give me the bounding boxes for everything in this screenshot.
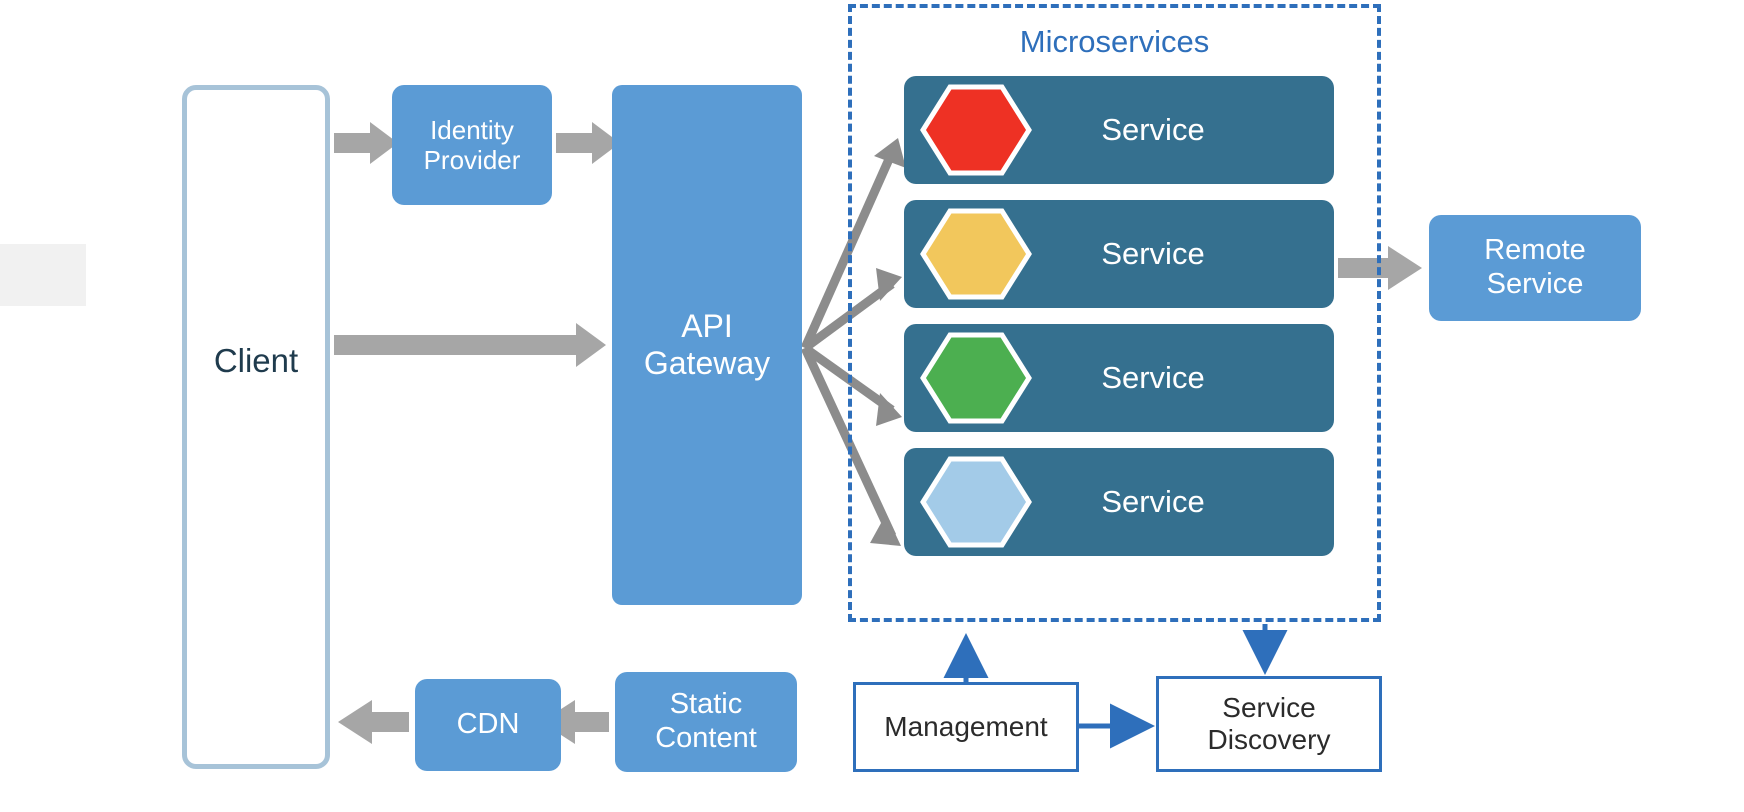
arrow-identity-provider-to-api-gateway — [556, 122, 620, 164]
api-gateway-node[interactable]: API Gateway — [612, 85, 802, 605]
diagram-canvas: Client Identity Provider API Gateway Mic… — [0, 0, 1744, 812]
service-label: Service — [1101, 484, 1205, 519]
arrow-client-to-identity-provider — [334, 122, 398, 164]
gray-rectangle-artifact — [0, 244, 86, 306]
identity-provider-label: Identity Provider — [423, 114, 521, 175]
management-node[interactable]: Management — [853, 682, 1079, 772]
service-discovery-label: Service Discovery — [1207, 691, 1331, 755]
static-content-label: Static Content — [655, 688, 757, 754]
service-label: Service — [1101, 236, 1205, 271]
service-label: Service — [1101, 360, 1205, 395]
remote-service-node[interactable]: Remote Service — [1429, 215, 1641, 321]
service-label: Service — [1101, 112, 1205, 147]
api-gateway-label: API Gateway — [643, 307, 771, 381]
cdn-label: CDN — [456, 708, 520, 741]
client-node[interactable]: Client — [182, 85, 330, 769]
microservices-title: Microservices — [1019, 24, 1210, 59]
static-content-node[interactable]: Static Content — [615, 672, 797, 772]
service-row[interactable]: Service — [904, 448, 1334, 556]
service-row[interactable]: Service — [904, 200, 1334, 308]
remote-service-label: Remote Service — [1484, 234, 1586, 300]
management-label: Management — [884, 710, 1048, 742]
arrow-cdn-to-client — [338, 700, 409, 744]
client-label: Client — [213, 341, 299, 379]
cdn-node[interactable]: CDN — [415, 679, 561, 771]
service-discovery-node[interactable]: Service Discovery — [1156, 676, 1382, 772]
service-row[interactable]: Service — [904, 324, 1334, 432]
identity-provider-node[interactable]: Identity Provider — [392, 85, 552, 205]
service-row[interactable]: Service — [904, 76, 1334, 184]
arrow-client-to-api-gateway — [334, 323, 606, 367]
